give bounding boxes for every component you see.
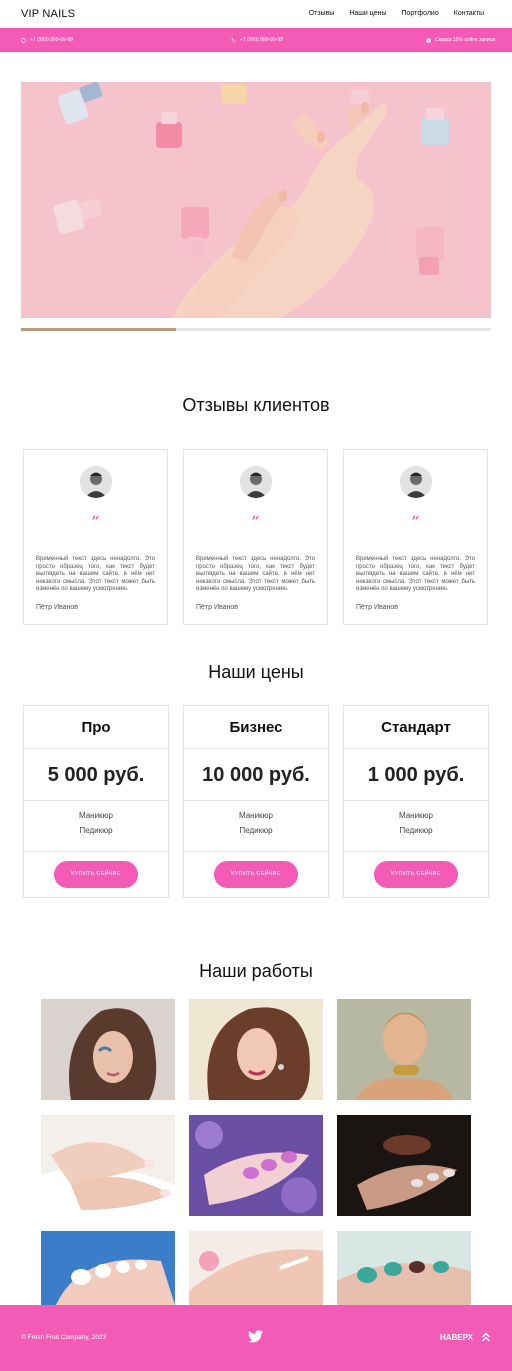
hero-nails-illustration xyxy=(21,82,491,318)
slider-progress-fill xyxy=(21,328,177,331)
reviews-title: Отзывы клиентов xyxy=(182,395,330,415)
back-to-top-button[interactable]: НАВЕРХ xyxy=(440,1332,491,1342)
review-text: Временный текст здесь ненадолго. Это про… xyxy=(196,556,315,593)
price-card: Бизнес 10 000 руб. Маникюр Педикюр КУПИТ… xyxy=(183,705,329,898)
back-to-top-label: НАВЕРХ xyxy=(439,1332,473,1342)
review-card: “ Временный текст здесь ненадолго. Это п… xyxy=(343,449,488,625)
plan-price: 5 000 руб. xyxy=(24,749,168,801)
portfolio-image[interactable] xyxy=(189,1115,323,1216)
quote-icon: “ xyxy=(411,514,420,530)
review-card: “ Временный текст здесь ненадолго. Это п… xyxy=(23,449,168,625)
nav-item-reviews[interactable]: Отзывы xyxy=(309,10,335,17)
review-card: “ Временный текст здесь ненадолго. Это п… xyxy=(183,449,328,625)
site-footer: © Fresh Fruit Company, 2023 НАВЕРХ xyxy=(0,1305,512,1371)
plan-features: Маникюр Педикюр xyxy=(184,801,328,852)
review-text: Временный текст здесь ненадолго. Это про… xyxy=(36,556,155,593)
review-author: Пётр Иванов xyxy=(196,604,239,611)
plan-features: Маникюр Педикюр xyxy=(344,801,488,852)
review-text: Временный текст здесь ненадолго. Это про… xyxy=(356,556,475,593)
whatsapp-icon xyxy=(21,37,26,43)
main-nav: Отзывы Наши цены Портфолио Контакты xyxy=(309,10,484,17)
prices-title: Наши цены xyxy=(208,662,304,682)
quote-icon: “ xyxy=(251,514,260,530)
copyright-text: © Fresh Fruit Company, 2023 xyxy=(21,1334,107,1341)
whatsapp-contact[interactable]: +7 (999) 999-99-99 xyxy=(21,37,73,43)
review-author: Пётр Иванов xyxy=(36,604,79,611)
buy-now-button[interactable]: КУПИТЬ СЕЙЧАС xyxy=(214,861,298,888)
portfolio-image[interactable] xyxy=(337,1115,471,1216)
twitter-icon[interactable] xyxy=(248,1330,263,1343)
double-chevron-up-icon xyxy=(482,1332,490,1342)
plan-name: Про xyxy=(24,706,168,749)
plan-feature: Маникюр xyxy=(78,811,114,820)
quote-icon: “ xyxy=(91,514,100,530)
nav-item-prices[interactable]: Наши цены xyxy=(349,10,386,17)
nav-item-portfolio[interactable]: Портфолио xyxy=(401,10,438,17)
hero-slide-image xyxy=(21,82,491,318)
portfolio-image[interactable] xyxy=(337,999,471,1100)
portfolio-image[interactable] xyxy=(41,1115,175,1216)
phone-icon xyxy=(231,38,236,42)
plan-price: 1 000 руб. xyxy=(344,749,488,801)
phone-number-1: +7 (999) 999-99-99 xyxy=(30,37,73,43)
promo-info: Скидка 15% online записи xyxy=(426,37,495,43)
plan-feature: Маникюр xyxy=(238,811,274,820)
plan-features: Маникюр Педикюр xyxy=(24,801,168,852)
works-title: Наши работы xyxy=(199,961,313,981)
avatar xyxy=(240,466,272,498)
info-bar: +7 (999) 999-99-99 +7 (999) 999-99-99 Ск… xyxy=(0,28,512,52)
phone-contact[interactable]: +7 (999) 999-99-99 xyxy=(231,37,283,43)
info-icon xyxy=(426,37,431,43)
slider-progress-track[interactable] xyxy=(21,328,491,331)
buy-now-button[interactable]: КУПИТЬ СЕЙЧАС xyxy=(374,861,458,888)
phone-number-2: +7 (999) 999-99-99 xyxy=(240,37,283,43)
nav-item-contacts[interactable]: Контакты xyxy=(454,10,484,17)
plan-feature: Педикюр xyxy=(239,826,273,835)
price-card: Про 5 000 руб. Маникюр Педикюр КУПИТЬ СЕ… xyxy=(23,705,169,898)
plan-feature: Педикюр xyxy=(79,826,113,835)
plan-name: Стандарт xyxy=(344,706,488,749)
site-logo[interactable]: VIP NAILS xyxy=(21,8,75,20)
promo-text: Скидка 15% online записи xyxy=(435,37,495,43)
plan-feature: Педикюр xyxy=(399,826,433,835)
avatar xyxy=(400,466,432,498)
plan-feature: Маникюр xyxy=(398,811,434,820)
plan-name: Бизнес xyxy=(184,706,328,749)
portfolio-image[interactable] xyxy=(41,999,175,1100)
portfolio-image[interactable] xyxy=(189,999,323,1100)
price-card: Стандарт 1 000 руб. Маникюр Педикюр КУПИ… xyxy=(343,705,489,898)
plan-price: 10 000 руб. xyxy=(184,749,328,801)
buy-now-button[interactable]: КУПИТЬ СЕЙЧАС xyxy=(54,861,138,888)
review-author: Пётр Иванов xyxy=(356,604,399,611)
site-header: VIP NAILS Отзывы Наши цены Портфолио Кон… xyxy=(0,0,512,28)
avatar xyxy=(80,466,112,498)
